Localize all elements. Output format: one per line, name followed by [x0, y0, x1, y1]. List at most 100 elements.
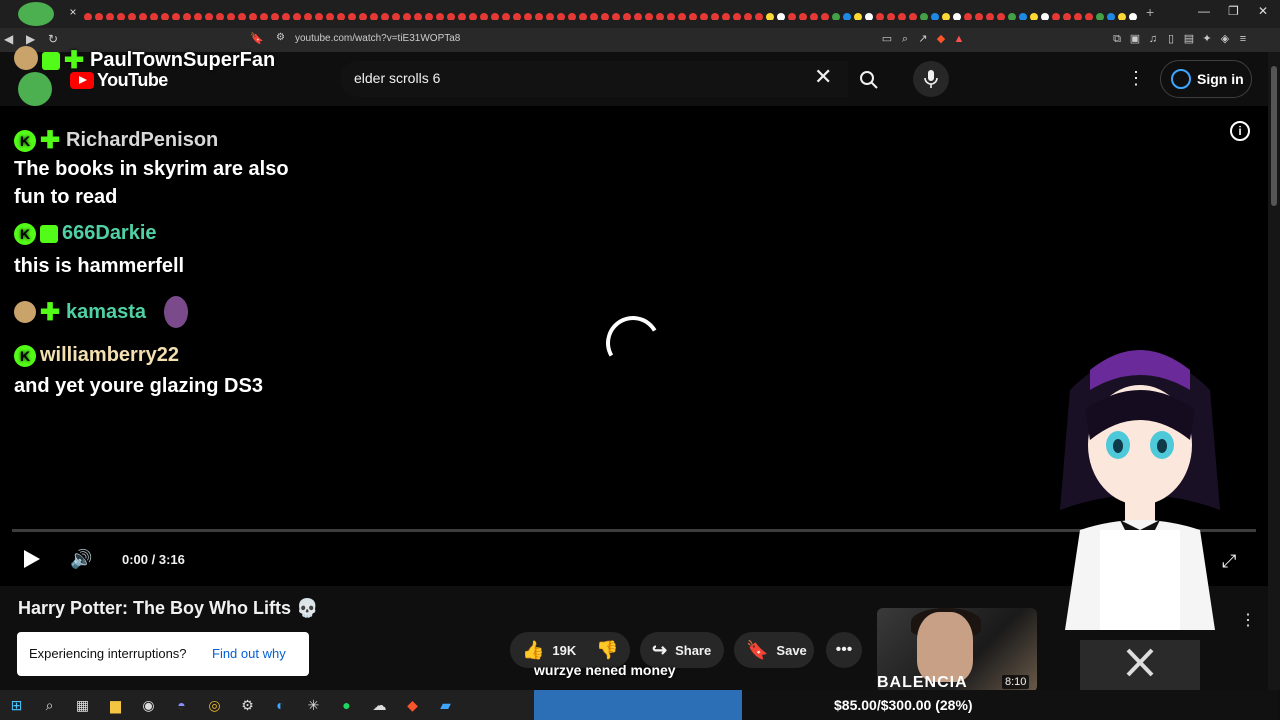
tab-favicon[interactable] — [1107, 13, 1115, 20]
tab-favicon[interactable] — [1096, 13, 1104, 20]
tab-favicon[interactable] — [601, 13, 609, 20]
tab-favicon[interactable] — [1008, 13, 1016, 20]
tab-favicon[interactable] — [194, 13, 202, 20]
tab-favicon[interactable] — [315, 13, 323, 20]
tab-list[interactable] — [84, 8, 1144, 20]
tab-favicon[interactable] — [238, 13, 246, 20]
tab-favicon[interactable] — [491, 13, 499, 20]
tab-favicon[interactable] — [975, 13, 983, 20]
tab-favicon[interactable] — [645, 13, 653, 20]
find-out-why-link[interactable]: Find out why — [212, 646, 286, 661]
discord-icon[interactable]: ◓ — [165, 697, 198, 713]
tab-favicon[interactable] — [216, 13, 224, 20]
media-icon[interactable]: ♫ — [1144, 33, 1162, 45]
zoom-icon[interactable]: ⌕ — [896, 33, 914, 46]
tab-favicon[interactable] — [843, 13, 851, 20]
tab-favicon[interactable] — [293, 13, 301, 20]
voice-search-button[interactable] — [913, 61, 949, 97]
tab-favicon[interactable] — [590, 13, 598, 20]
chrome-icon[interactable]: ◎ — [198, 697, 231, 714]
tab-favicon[interactable] — [337, 13, 345, 20]
reload-icon[interactable]: ↻ — [48, 32, 70, 46]
search-button[interactable] — [848, 61, 890, 97]
steam-icon[interactable]: ⚙ — [231, 697, 264, 714]
tab-favicon[interactable] — [898, 13, 906, 20]
tab-favicon[interactable] — [810, 13, 818, 20]
obs-icon[interactable]: ◉ — [132, 697, 165, 714]
tab-favicon[interactable] — [304, 13, 312, 20]
tab-favicon[interactable] — [546, 13, 554, 20]
tab-favicon[interactable] — [1118, 13, 1126, 20]
site-info-icon[interactable]: ⚙ — [276, 32, 285, 43]
tab-favicon[interactable] — [755, 13, 763, 20]
tab-favicon[interactable] — [1019, 13, 1027, 20]
vtube-studio-icon[interactable]: ▰ — [429, 697, 462, 714]
tab-favicon[interactable] — [480, 13, 488, 20]
tab-favicon[interactable] — [931, 13, 939, 20]
tab-favicon[interactable] — [326, 13, 334, 20]
tab-favicon[interactable] — [711, 13, 719, 20]
tab-favicon[interactable] — [689, 13, 697, 20]
brave-icon[interactable]: ◆ — [396, 697, 429, 714]
play-icon[interactable] — [24, 550, 40, 568]
tab-favicon[interactable] — [502, 13, 510, 20]
brave-shield-icon[interactable]: ◆ — [932, 32, 950, 45]
close-window-button[interactable]: ✕ — [1258, 4, 1268, 18]
tab-favicon[interactable] — [271, 13, 279, 20]
tab-favicon[interactable] — [656, 13, 664, 20]
save-button[interactable]: 🔖 Save — [734, 632, 814, 668]
close-tab-icon[interactable]: × — [66, 5, 80, 19]
tab-favicon[interactable] — [205, 13, 213, 20]
tab-favicon[interactable] — [700, 13, 708, 20]
tab-favicon[interactable] — [942, 13, 950, 20]
info-icon[interactable]: i — [1230, 121, 1250, 141]
tab-favicon[interactable] — [612, 13, 620, 20]
wallet-icon[interactable]: ▤ — [1180, 32, 1198, 45]
tab-favicon[interactable] — [821, 13, 829, 20]
tab-favicon[interactable] — [964, 13, 972, 20]
tab-favicon[interactable] — [392, 13, 400, 20]
tab-favicon[interactable] — [667, 13, 675, 20]
volume-icon[interactable]: 🔊 — [70, 549, 92, 570]
screenshot-icon[interactable]: ▣ — [1126, 32, 1144, 45]
tab-favicon[interactable] — [909, 13, 917, 20]
tab-favicon[interactable] — [1129, 13, 1137, 20]
more-actions-button[interactable]: ••• — [826, 632, 862, 668]
tab-favicon[interactable] — [139, 13, 147, 20]
tab-favicon[interactable] — [359, 13, 367, 20]
menu-icon[interactable]: ≡ — [1234, 33, 1252, 45]
tab-favicon[interactable] — [95, 13, 103, 20]
share-page-icon[interactable]: ↗ — [914, 32, 932, 45]
tab-favicon[interactable] — [920, 13, 928, 20]
tab-favicon[interactable] — [414, 13, 422, 20]
tab-favicon[interactable] — [106, 13, 114, 20]
scrollbar-thumb[interactable] — [1271, 66, 1277, 206]
tab-favicon[interactable] — [513, 13, 521, 20]
tab-favicon[interactable] — [678, 13, 686, 20]
tab-favicon[interactable] — [1041, 13, 1049, 20]
tab-favicon[interactable] — [997, 13, 1005, 20]
tab-favicon[interactable] — [788, 13, 796, 20]
thumbs-down-icon[interactable]: 👎 — [596, 640, 618, 661]
minimize-button[interactable]: — — [1198, 4, 1210, 18]
tab-favicon[interactable] — [348, 13, 356, 20]
page-scrollbar[interactable] — [1268, 52, 1280, 690]
cast-icon[interactable]: ▭ — [878, 32, 896, 45]
app-icon[interactable]: ✳ — [297, 697, 330, 714]
vpn-icon[interactable]: ◈ — [1216, 32, 1234, 45]
tab-favicon[interactable] — [403, 13, 411, 20]
tab-favicon[interactable] — [733, 13, 741, 20]
search-input[interactable]: elder scrolls 6 ✕ — [340, 61, 848, 97]
tab-favicon[interactable] — [634, 13, 642, 20]
tab-favicon[interactable] — [799, 13, 807, 20]
tab-favicon[interactable] — [469, 13, 477, 20]
sidebar-icon[interactable]: ▯ — [1162, 32, 1180, 45]
tab-favicon[interactable] — [436, 13, 444, 20]
maximize-button[interactable]: ❐ — [1228, 4, 1239, 18]
tab-favicon[interactable] — [887, 13, 895, 20]
tab-favicon[interactable] — [579, 13, 587, 20]
tab-favicon[interactable] — [623, 13, 631, 20]
new-tab-button[interactable]: + — [1146, 4, 1154, 20]
tab-favicon[interactable] — [425, 13, 433, 20]
tab-favicon[interactable] — [282, 13, 290, 20]
